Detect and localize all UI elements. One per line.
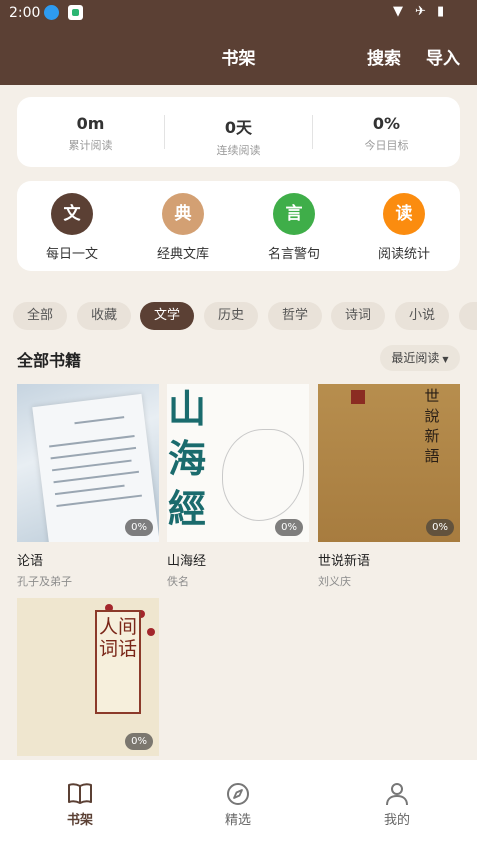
person-icon (386, 783, 408, 806)
category-chip-active[interactable]: 文学 (140, 302, 194, 330)
category-chip[interactable]: 收藏 (77, 302, 131, 330)
book-card[interactable]: 山海經 0% 山海经 佚名 (167, 384, 309, 589)
book-cover: 人间词话 0% (17, 598, 159, 756)
caret-down-icon: ▼ (442, 355, 449, 364)
stat-total-reading: 0m 累计阅读 (17, 97, 164, 167)
shortcut-label: 名言警句 (267, 247, 320, 262)
book-cover: 0% (17, 384, 159, 542)
nav-featured[interactable]: 精选 (198, 782, 278, 828)
sort-label: 最近阅读 (391, 351, 440, 365)
classics-icon: 典 (162, 193, 204, 235)
shortcut-daily-article[interactable]: 文 每日一文 (17, 193, 127, 262)
nav-label: 精选 (224, 813, 251, 828)
category-chip[interactable]: 全部 (13, 302, 67, 330)
stat-value: 0天 (224, 118, 253, 137)
category-chip[interactable]: 历史 (204, 302, 258, 330)
bottom-navigation: 书架 精选 我的 (0, 760, 477, 848)
book-title: 论语 (17, 554, 44, 569)
progress-badge: 0% (125, 733, 153, 750)
page-title: 书架 (221, 49, 256, 69)
stat-daily-goal: 0% 今日目标 (313, 97, 460, 167)
download-icon (44, 5, 59, 20)
book-title: 山海经 (167, 554, 207, 569)
shortcut-quotes[interactable]: 言 名言警句 (239, 193, 349, 262)
cover-stamp (351, 390, 365, 404)
section-title: 全部书籍 (17, 351, 82, 370)
progress-badge: 0% (125, 519, 153, 536)
compass-icon (227, 783, 249, 805)
progress-badge: 0% (426, 519, 454, 536)
cover-title-panel: 人间词话 (95, 610, 141, 714)
category-chip[interactable]: 小说 (395, 302, 449, 330)
nav-profile[interactable]: 我的 (357, 782, 437, 828)
shortcut-label: 阅读统计 (377, 247, 430, 262)
book-cover: 山海經 0% (167, 384, 309, 542)
book-card[interactable]: 世說新語 0% 世说新语 刘义庆 (318, 384, 460, 589)
wifi-icon: ▼ (393, 4, 403, 19)
progress-badge: 0% (275, 519, 303, 536)
shortcut-label: 每日一文 (45, 247, 98, 262)
category-chip[interactable]: 散 (459, 302, 477, 330)
book-card[interactable]: 人间词话 0% (17, 598, 159, 756)
nav-label: 我的 (383, 813, 410, 828)
category-chip[interactable]: 哲学 (268, 302, 322, 330)
book-author: 刘义庆 (318, 575, 351, 588)
reading-stats-card: 0m 累计阅读 0天 连续阅读 0% 今日目标 (17, 97, 460, 167)
book-author: 孔子及弟子 (17, 575, 72, 588)
stat-value: 0m (76, 114, 105, 133)
airplane-icon: ✈ (415, 4, 426, 19)
shortcut-label: 经典文库 (156, 247, 209, 262)
category-chip[interactable]: 诗词 (331, 302, 385, 330)
stat-label: 连续阅读 (216, 144, 261, 157)
import-button[interactable]: 导入 (426, 44, 460, 69)
app-header: 2:00 ▼ ✈ ▮ 书架 搜索 导入 (0, 0, 477, 85)
sort-dropdown[interactable]: 最近阅读 ▼ (380, 345, 460, 371)
shortcuts-card: 文 每日一文 典 经典文库 言 名言警句 读 阅读统计 (17, 181, 460, 271)
cover-title: 世說新語 (424, 387, 440, 465)
daily-article-icon: 文 (51, 193, 93, 235)
cover-title: 山海經 (167, 386, 206, 531)
nav-bookshelf[interactable]: 书架 (40, 782, 120, 828)
book-card[interactable]: 0% 论语 孔子及弟子 (17, 384, 159, 589)
book-author: 佚名 (167, 575, 189, 588)
search-button[interactable]: 搜索 (367, 44, 401, 69)
stat-value: 0% (372, 114, 401, 133)
cover-illustration (222, 429, 304, 521)
category-filter-bar[interactable]: 全部 收藏 文学 历史 哲学 诗词 小说 散 (0, 302, 477, 330)
stat-label: 累计阅读 (68, 139, 113, 152)
book-open-icon (68, 783, 92, 804)
status-time: 2:00 (9, 5, 41, 21)
nav-label: 书架 (66, 813, 93, 828)
shortcut-reading-stats[interactable]: 读 阅读统计 (349, 193, 459, 262)
app-icon (68, 5, 83, 20)
shortcut-classics-library[interactable]: 典 经典文库 (128, 193, 238, 262)
cover-title: 人间词话 (98, 616, 137, 660)
reading-stats-icon: 读 (383, 193, 425, 235)
battery-icon: ▮ (437, 4, 445, 19)
stat-streak: 0天 连续阅读 (165, 97, 312, 167)
book-cover: 世說新語 0% (318, 384, 460, 542)
stat-label: 今日目标 (364, 139, 409, 152)
quotes-icon: 言 (273, 193, 315, 235)
book-title: 世说新语 (318, 554, 371, 569)
